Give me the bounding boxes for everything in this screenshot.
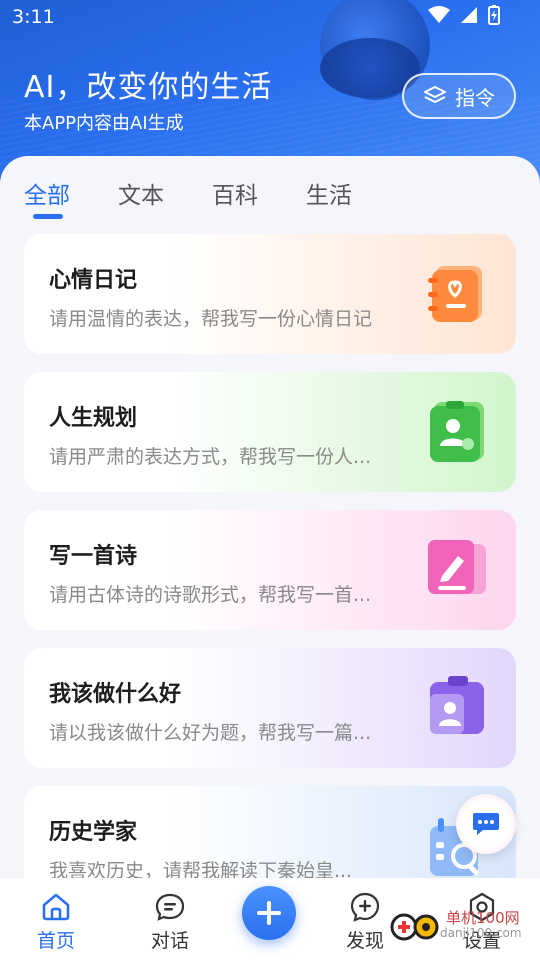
- floating-chat-button[interactable]: [456, 794, 516, 854]
- watermark-title: 单机100网: [446, 909, 520, 927]
- card-description: 请用温情的表达，帮我写一份心情日记: [49, 308, 373, 330]
- nav-chat[interactable]: 对话: [130, 890, 210, 953]
- prompt-card-historian[interactable]: 历史学家 我喜欢历史，请帮我解读下秦始皇...: [24, 786, 516, 878]
- main-panel: 全部 文本 百科 生活 心情日记 请用温情的表达，帮我写一份心情日记 人生规划 …: [0, 156, 540, 878]
- tab-text[interactable]: 文本: [118, 176, 164, 216]
- card-title: 历史学家: [49, 820, 138, 845]
- battery-icon: [488, 5, 500, 25]
- card-title: 心情日记: [49, 268, 138, 293]
- command-button-label: 指令: [455, 85, 495, 110]
- pen-poem-icon: [428, 540, 486, 594]
- chat-bubble-icon: [473, 813, 499, 835]
- person-plan-icon: [430, 401, 484, 462]
- home-icon: [42, 893, 70, 921]
- page-subtitle: 本APP内容由AI生成: [24, 113, 184, 134]
- card-title: 人生规划: [49, 406, 138, 431]
- card-description: 请用严肃的表达方式，帮我写一份人...: [49, 446, 372, 468]
- plus-icon: [257, 901, 281, 925]
- prompt-card-diary[interactable]: 心情日记 请用温情的表达，帮我写一份心情日记: [24, 234, 516, 354]
- system-icons: [428, 5, 500, 25]
- prompt-card-life-plan[interactable]: 人生规划 请用严肃的表达方式，帮我写一份人...: [24, 372, 516, 492]
- prompt-card-poem[interactable]: 写一首诗 请用古体诗的诗歌形式，帮我写一首...: [24, 510, 516, 630]
- command-button[interactable]: 指令: [402, 73, 516, 119]
- watermark-icon: [390, 913, 439, 941]
- card-description: 请以我该做什么好为题，帮我写一篇...: [49, 722, 372, 744]
- nav-home[interactable]: 首页: [16, 890, 96, 953]
- card-description: 我喜欢历史，请帮我解读下秦始皇...: [49, 860, 353, 878]
- tab-life[interactable]: 生活: [306, 176, 352, 216]
- watermark-logo: 单机100网 danji100.com: [390, 890, 540, 960]
- category-tabs: 全部 文本 百科 生活: [24, 176, 400, 226]
- card-description: 请用古体诗的诗歌形式，帮我写一首...: [49, 584, 372, 606]
- status-bar: 3:11: [0, 0, 540, 36]
- watermark-url: danji100.com: [440, 926, 522, 940]
- signal-icon: [461, 7, 477, 23]
- tab-all[interactable]: 全部: [24, 176, 70, 219]
- wifi-icon: [428, 6, 450, 23]
- nav-chat-label: 对话: [150, 930, 189, 952]
- diary-heart-icon: [428, 266, 482, 322]
- chat-icon: [155, 893, 185, 921]
- layers-icon: [424, 86, 446, 103]
- discover-icon: [350, 892, 380, 922]
- card-title: 写一首诗: [49, 544, 138, 569]
- prompt-card-what-to-do[interactable]: 我该做什么好 请以我该做什么好为题，帮我写一篇...: [24, 648, 516, 768]
- person-task-icon: [430, 676, 484, 734]
- tab-encyclopedia[interactable]: 百科: [212, 176, 258, 216]
- nav-home-label: 首页: [36, 930, 75, 952]
- card-title: 我该做什么好: [49, 682, 182, 707]
- status-time: 3:11: [12, 6, 55, 28]
- create-button[interactable]: [242, 886, 296, 940]
- page-title: AI，改变你的生活: [24, 70, 273, 105]
